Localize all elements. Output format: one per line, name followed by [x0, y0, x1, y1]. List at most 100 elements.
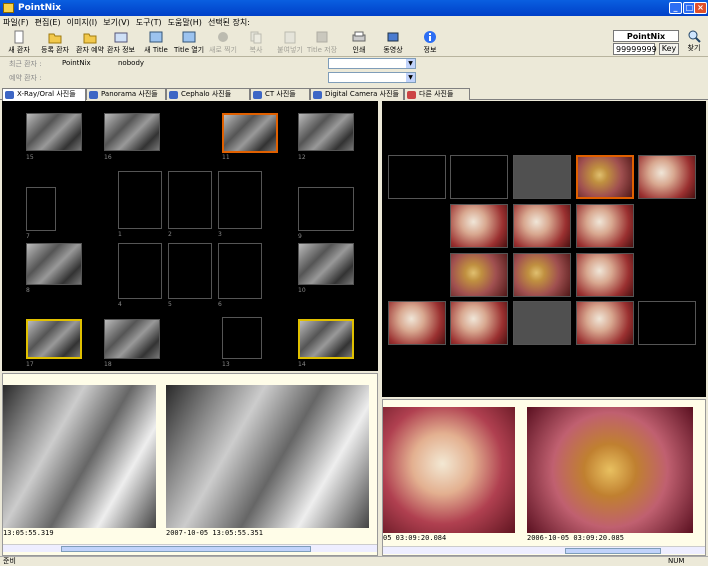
key-button[interactable]: Key [659, 43, 679, 55]
recent-patient-dropdown[interactable]: ▼ [328, 58, 416, 69]
open-title-icon [182, 31, 196, 43]
camera-slot[interactable] [450, 155, 508, 199]
new-title-button[interactable]: 새 Title [142, 30, 170, 56]
xray-slot[interactable] [118, 171, 162, 229]
save-title-button[interactable]: Title 저장 [306, 30, 338, 56]
camera-slot[interactable] [576, 253, 634, 297]
new-patient-button[interactable]: 새 환자 [6, 30, 32, 56]
photo-view-right[interactable] [527, 407, 693, 533]
camera-slot[interactable] [450, 253, 508, 297]
camera-slot[interactable] [576, 155, 634, 199]
xray-slot[interactable] [218, 243, 262, 299]
xray-slot[interactable] [222, 317, 262, 359]
recent-patient-user: nobody [118, 59, 145, 67]
horizontal-scrollbar[interactable] [383, 546, 705, 554]
xray-slot[interactable] [222, 113, 278, 153]
xray-slot[interactable] [298, 243, 354, 285]
camera-slot[interactable] [513, 253, 571, 297]
paste-icon [284, 31, 296, 44]
tab-digital-camera[interactable]: Digital Camera 사진들 [310, 88, 404, 100]
camera-slot[interactable] [388, 301, 446, 345]
find-button[interactable]: 찾기 [682, 29, 706, 56]
tab-panorama[interactable]: Panorama 사진들 [86, 88, 166, 100]
slot-number: 16 [104, 154, 112, 161]
xray-slot[interactable] [168, 243, 212, 299]
xray-view-left[interactable] [3, 385, 156, 528]
timestamp: 13:05:55.319 [3, 529, 54, 537]
slot-number: 9 [298, 233, 302, 240]
camera-slot[interactable] [513, 301, 571, 345]
camera-slot[interactable] [450, 301, 508, 345]
camera-slot[interactable] [513, 204, 571, 248]
tab-other[interactable]: 다른 사진들 [404, 88, 470, 100]
xray-slot[interactable] [26, 187, 56, 231]
camera-slot[interactable] [450, 204, 508, 248]
tab-icon [253, 91, 262, 99]
tab-cephalo[interactable]: Cephalo 사진들 [166, 88, 250, 100]
window-title: PointNix [18, 3, 61, 13]
registered-patient-button[interactable]: 등록 환자 [38, 30, 72, 56]
xray-slot[interactable] [26, 243, 82, 285]
reserved-patient-dropdown[interactable]: ▼ [328, 72, 416, 83]
camera-slot[interactable] [388, 155, 446, 199]
slot-number: 3 [218, 231, 222, 238]
xray-slot[interactable] [298, 113, 354, 151]
print-button[interactable]: 인쇄 [346, 30, 372, 56]
patient-info-button[interactable]: 환자 정보 [106, 30, 136, 56]
menu-image[interactable]: 이미지(I) [64, 18, 101, 27]
menu-edit[interactable]: 편집(E) [32, 18, 64, 27]
horizontal-scrollbar[interactable] [3, 544, 377, 552]
patient-reservation-button[interactable]: 환자 예약 [74, 30, 106, 56]
xray-slot[interactable] [168, 171, 212, 229]
menu-view[interactable]: 보기(V) [100, 18, 132, 27]
timestamp: 2006-10-05 03:09:20.085 [527, 534, 624, 542]
close-button[interactable]: × [694, 2, 707, 14]
scrollbar-thumb[interactable] [565, 548, 661, 554]
menu-tools[interactable]: 도구(T) [133, 18, 165, 27]
xray-view-right[interactable] [166, 385, 369, 528]
camera-slot[interactable] [576, 204, 634, 248]
slot-number: 17 [26, 361, 34, 368]
patient-id-field[interactable]: 99999999 [613, 43, 657, 55]
status-bar: 준비 NUM [0, 556, 708, 565]
capture-button[interactable]: 새로 찍기 [208, 30, 238, 56]
menu-file[interactable]: 파일(F) [0, 18, 32, 27]
timestamp: 2007-10-05 13:05:55.351 [166, 529, 263, 537]
camera-slot[interactable] [638, 155, 696, 199]
camera-slot[interactable] [576, 301, 634, 345]
chevron-down-icon: ▼ [406, 73, 415, 82]
capture-icon [218, 32, 228, 42]
camera-slot[interactable] [513, 155, 571, 199]
camera-thumbnail-grid [382, 101, 706, 397]
slot-number: 8 [26, 287, 30, 294]
xray-slot[interactable] [298, 187, 354, 231]
info-button[interactable]: 정보 [418, 30, 442, 56]
open-title-button[interactable]: Title 열기 [174, 30, 204, 56]
slot-number: 14 [298, 361, 306, 368]
minimize-button[interactable]: _ [669, 2, 682, 14]
photo-view-left[interactable] [383, 407, 515, 533]
recent-patient-name[interactable]: PointNix [62, 59, 91, 67]
xray-slot[interactable] [26, 319, 82, 359]
xray-slot[interactable] [298, 319, 354, 359]
tab-icon [89, 91, 98, 99]
xray-slot[interactable] [104, 319, 160, 359]
xray-slot[interactable] [118, 243, 162, 299]
app-icon [3, 3, 14, 13]
scrollbar-thumb[interactable] [61, 546, 311, 552]
paste-button[interactable]: 붙여넣기 [274, 30, 306, 56]
camera-compare-viewer: 05 03:09:20.084 2006-10-05 03:09:20.085 [382, 399, 706, 556]
camera-slot[interactable] [638, 301, 696, 345]
tab-ct[interactable]: CT 사진들 [250, 88, 310, 100]
selected-device-label: 선택된 장치: [207, 18, 250, 27]
menu-help[interactable]: 도움말(H) [165, 18, 205, 27]
xray-slot[interactable] [26, 113, 82, 151]
xray-slot[interactable] [104, 113, 160, 151]
xray-slot[interactable] [218, 171, 262, 229]
video-icon [387, 32, 399, 42]
slot-number: 6 [218, 301, 222, 308]
video-button[interactable]: 동영상 [378, 30, 408, 56]
tab-xray-oral[interactable]: X-Ray/Oral 사진들 [2, 88, 86, 101]
slot-number: 4 [118, 301, 122, 308]
copy-button[interactable]: 복사 [244, 30, 268, 56]
